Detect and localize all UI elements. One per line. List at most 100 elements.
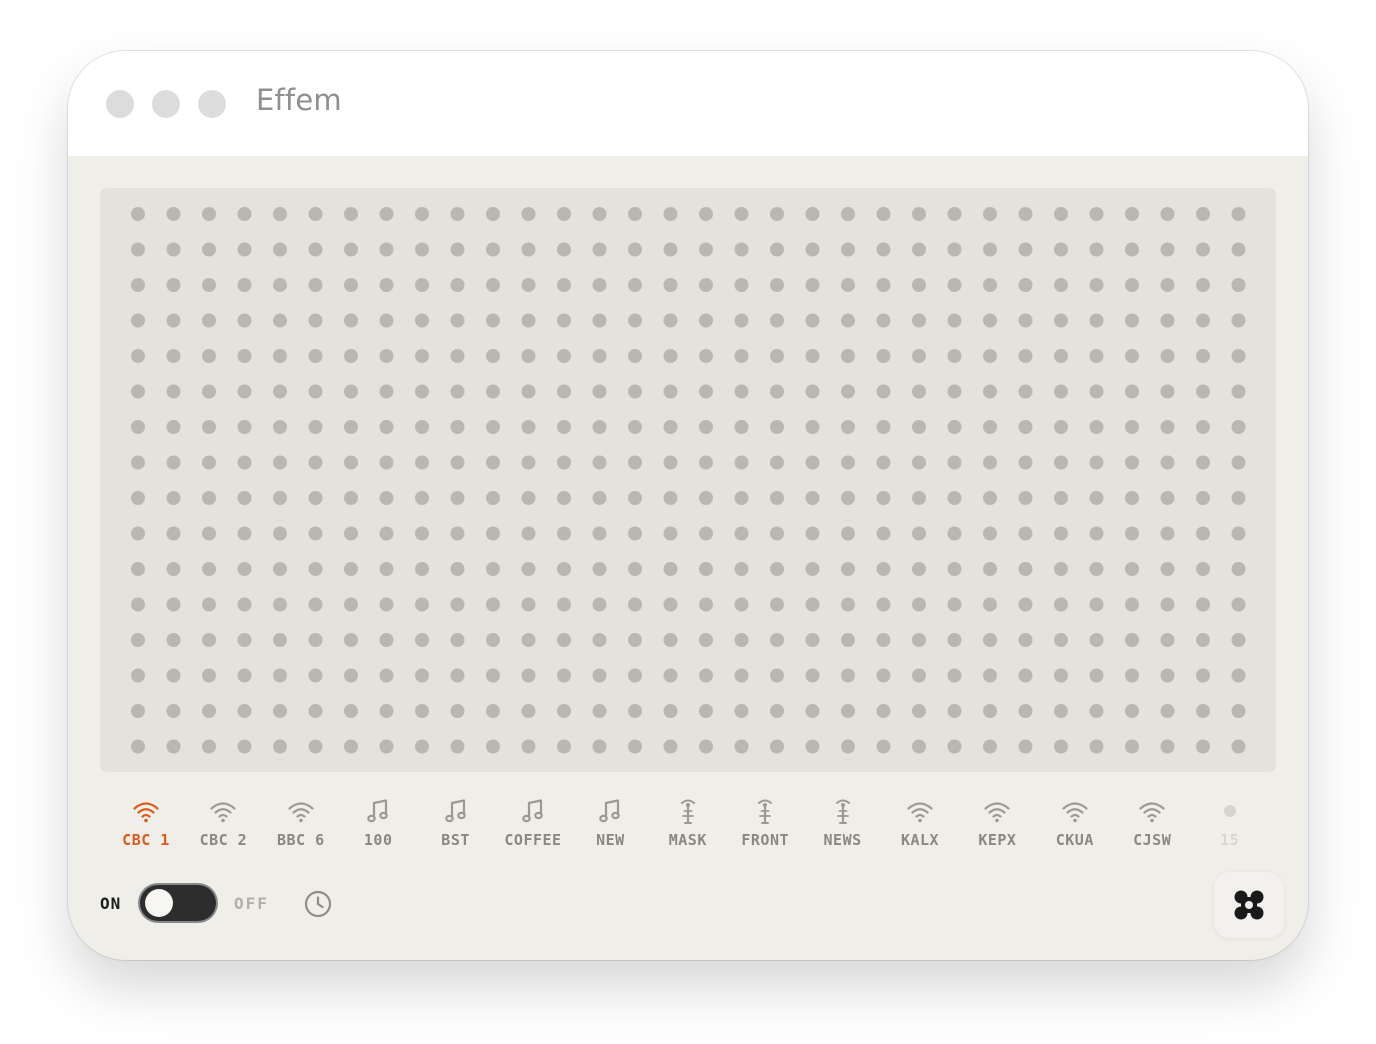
preset-coffee[interactable]: COFFEE [495,791,571,853]
matrix-dot [805,420,820,434]
preset-kepx[interactable]: KEPX [959,791,1035,853]
matrix-dot [273,633,287,647]
matrix-dot [486,349,500,363]
matrix-dot [1125,562,1139,576]
matrix-dot [557,633,571,647]
matrix-dot [947,526,962,541]
matrix-dot [734,384,749,399]
matrix-dot [841,526,855,541]
matrix-dot [1160,633,1175,647]
matrix-dot [1054,739,1068,754]
four-petal-icon [1234,890,1264,920]
matrix-dot [237,207,252,221]
matrix-dot [521,349,536,363]
matrix-dot [983,384,997,399]
matrix-dot [983,597,997,612]
preset-mask[interactable]: MASK [650,791,726,853]
matrix-dot [592,313,607,328]
matrix-dot [1196,384,1210,399]
preset-new[interactable]: NEW [572,791,648,853]
preset-cjsw[interactable]: CJSW [1114,791,1190,853]
title-bar[interactable]: Effem [68,51,1308,156]
preset-bbc-6[interactable]: BBC 6 [263,791,339,853]
matrix-dot [1196,526,1210,541]
music-note-icon [599,799,621,823]
matrix-dot [699,384,713,399]
power-toggle[interactable] [140,885,216,921]
preset-15[interactable]: 15 [1192,791,1268,853]
matrix-dot [734,668,749,683]
matrix-dot [805,207,820,221]
matrix-dot [1231,207,1246,221]
matrix-dot [237,668,252,683]
preset-ckua[interactable]: CKUA [1037,791,1113,853]
matrix-dot [841,633,855,647]
matrix-dot [1054,668,1068,683]
preset-bst[interactable]: BST [418,791,494,853]
matrix-dot [344,562,358,576]
matrix-dot [1160,491,1175,505]
matrix-dot [876,739,891,754]
wifi-icon [1139,802,1165,823]
matrix-dot [876,704,891,718]
preset-kalx[interactable]: KALX [882,791,958,853]
matrix-dot [1196,420,1210,434]
preset-cbc-2[interactable]: CBC 2 [185,791,261,853]
matrix-dot [805,526,820,541]
matrix-dot [876,455,891,470]
matrix-dot [308,278,323,292]
matrix-dot [344,526,358,541]
preset-cbc-1[interactable]: CBC 1 [108,791,184,853]
matrix-dot [1196,704,1210,718]
matrix-dot [592,384,607,399]
matrix-dot [1196,313,1210,328]
preset-news[interactable]: NEWS [805,791,881,853]
matrix-dot [628,562,642,576]
matrix-dot [131,313,145,328]
matrix-dot [841,242,855,257]
close-button[interactable] [106,90,134,118]
matrix-dot [1231,420,1246,434]
matrix-dot [202,597,216,612]
matrix-dot [521,278,536,292]
zoom-button[interactable] [198,90,226,118]
matrix-dot [486,455,500,470]
matrix-dot [202,704,216,718]
preset-100[interactable]: 100 [340,791,416,853]
matrix-dot [202,313,216,328]
matrix-dot [592,739,607,754]
matrix-dot [521,668,536,683]
matrix-dot [1196,597,1210,612]
matrix-dot [202,526,216,541]
minimize-button[interactable] [152,90,180,118]
matrix-dot [734,207,749,221]
matrix-dot [1160,313,1175,328]
app-menu-button[interactable] [1214,872,1284,938]
matrix-dot [734,597,749,612]
matrix-dot [912,491,926,505]
matrix-dot [344,384,358,399]
matrix-dot [1125,739,1139,754]
matrix-dot [592,597,607,612]
matrix-dot [628,597,642,612]
matrix-dot [1018,491,1033,505]
matrix-dot [912,668,926,683]
matrix-dot [1125,597,1139,612]
matrix-dot [841,207,855,221]
matrix-dot [1231,526,1246,541]
matrix-dot [237,420,252,434]
matrix-dot [1054,420,1068,434]
matrix-dot [1054,278,1068,292]
matrix-dot [273,313,287,328]
matrix-dot [486,207,500,221]
clock-icon[interactable] [303,889,333,919]
matrix-dot [486,526,500,541]
matrix-dot [734,420,749,434]
matrix-dot [699,633,713,647]
matrix-dot [1054,313,1068,328]
toggle-knob[interactable] [145,889,173,917]
matrix-dot [1196,491,1210,505]
matrix-dot [1018,526,1033,541]
preset-front[interactable]: FRONT [727,791,803,853]
matrix-dot [770,313,784,328]
